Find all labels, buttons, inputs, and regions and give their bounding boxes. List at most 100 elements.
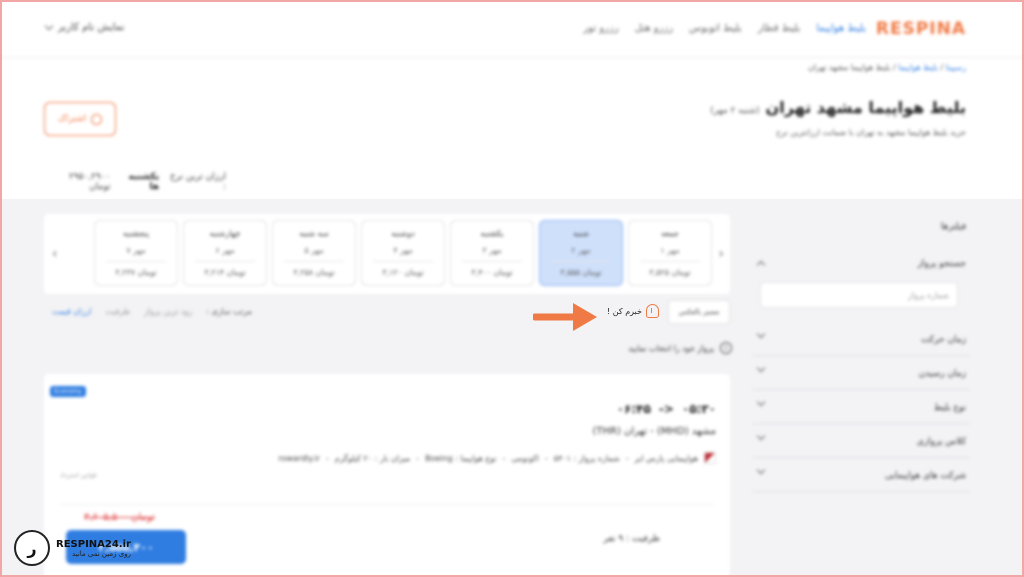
watermark-tagline: روی زمین نمی مانید	[72, 549, 131, 558]
date-card[interactable]: جمعه ۱ مهر ۳,۵۲۵ تومان	[628, 220, 712, 286]
baggage: میزان بار : ۲۰ کیلوگرم	[334, 453, 411, 463]
date-day-name: دوشنبه	[391, 229, 415, 238]
notify-me-button[interactable]: خبرم کن !	[607, 304, 659, 318]
date-day-price: ۳,۱۲۰ تومان	[382, 268, 424, 277]
depart-time: ۰۵:۳۰	[681, 402, 716, 416]
nav-item-hotel[interactable]: رزرو هتل	[635, 23, 673, 34]
date-card-divider	[195, 261, 255, 262]
date-card[interactable]: سه شنبه ۵ مهر ۳,۲۵۸ تومان	[272, 220, 356, 286]
nav-item-bus[interactable]: بلیط اتوبوس	[689, 23, 742, 34]
date-day-name: جمعه	[661, 229, 679, 238]
breadcrumb-current: بلیط هواپیما مشهد تهران	[807, 63, 891, 72]
watermark-logo-icon: ر	[14, 530, 50, 566]
chevron-up-icon	[756, 260, 766, 270]
date-card-divider	[106, 261, 166, 262]
date-day-date: ۲ مهر	[571, 246, 591, 255]
user-menu[interactable]: نمایش نام کاربر	[44, 21, 125, 33]
choose-flight-text: پرواز خود را انتخاب نمایید	[628, 343, 714, 353]
date-strip: ‹ جمعه ۱ مهر ۳,۵۲۵ تومان شنبه ۲ مهر ۳,۵۵۵ توم…	[44, 214, 730, 294]
filter-label: جستجو پرواز	[917, 259, 966, 269]
chevron-down-icon	[756, 465, 766, 475]
share-label: اشتراک	[57, 114, 87, 124]
chevron-left-icon[interactable]: ‹	[52, 246, 58, 262]
date-card[interactable]: شنبه ۲ مهر ۳,۵۵۵ تومان	[539, 220, 623, 286]
cheapest-price-info: ارزان ترین نرخ : یکشنبه ها ۲۹۵۰,۲۹۰۰ توم…	[46, 172, 226, 192]
share-button[interactable]: اشتراک	[44, 102, 116, 136]
date-day-date: ۷ مهر	[126, 246, 146, 255]
date-day-name: شنبه	[573, 229, 589, 238]
filter-arrival-time[interactable]: زمان رسیدن	[752, 360, 970, 390]
sort-label: مرتب سازی :	[206, 307, 252, 316]
date-card[interactable]: دوشنبه ۴ مهر ۳,۱۲۰ تومان	[361, 220, 445, 286]
date-card[interactable]: یکشنبه ۳ مهر ۳,۴۰۰ تومان	[450, 220, 534, 286]
provider: rowardly.ir	[278, 453, 320, 463]
watermark-brand: RESPINA24.ir	[56, 538, 131, 550]
chevron-right-icon[interactable]: ›	[718, 246, 724, 262]
filter-search-flight[interactable]: جستجو پرواز	[752, 250, 970, 280]
card-divider	[60, 504, 714, 505]
flight-route: مشهد (MHD) - تهران (THR)	[592, 426, 716, 437]
cabin-badge: Economy	[50, 386, 86, 397]
refund-rules-link[interactable]: قوانین استرداد	[60, 472, 96, 479]
user-name: نمایش نام کاربر	[58, 22, 125, 33]
breadcrumb-section[interactable]: بلیط هواپیما	[898, 63, 938, 72]
aircraft-type: نوع هواپیما : Boeing	[425, 453, 497, 463]
airline-name: هواپیمایی پارس ایر	[634, 453, 698, 463]
chevron-down-icon	[756, 363, 766, 373]
nav-item-flight[interactable]: بلیط هواپیما	[816, 23, 866, 34]
chevron-down-icon	[756, 397, 766, 407]
flight-times: ۰۵:۳۰ <- ۰۶:۴۵	[617, 402, 716, 416]
date-day-date: ۳ مهر	[482, 246, 502, 255]
notify-label: خبرم کن !	[607, 306, 642, 316]
nav-item-tour[interactable]: رزرو تور	[583, 23, 618, 34]
watermark-text: RESPINA24.ir روی زمین نمی مانید	[56, 539, 131, 558]
date-card-divider	[284, 261, 344, 262]
date-day-name: یکشنبه	[480, 229, 504, 238]
filter-label: نوع بلیط	[933, 403, 966, 413]
date-card-divider	[551, 261, 611, 262]
nav-item-train[interactable]: بلیط قطار	[758, 23, 801, 34]
sort-capacity[interactable]: ظرفیت	[105, 307, 130, 316]
cabin-class: اکونومی	[511, 453, 539, 463]
filter-airlines[interactable]: شرکت های هواپیمایی	[752, 462, 970, 492]
bell-icon	[645, 304, 659, 318]
cheapest-day: یکشنبه ها	[128, 172, 160, 192]
date-day-date: ۵ مهر	[304, 246, 324, 255]
filter-ticket-type[interactable]: نوع بلیط	[752, 394, 970, 424]
chevron-down-icon	[756, 329, 766, 339]
date-day-price: ۳,۲۵۸ تومان	[293, 268, 335, 277]
date-day-price: ۳,۴۰۰ تومان	[471, 268, 513, 277]
sort-bar: مرتب سازی : زود ترین پرواز ظرفیت ارزان ق…	[52, 307, 252, 316]
filter-label: کلاس پروازی	[916, 437, 966, 447]
cheapest-label: ارزان ترین نرخ :	[169, 172, 226, 192]
brand-logo[interactable]: RESPINA	[876, 19, 966, 39]
date-day-date: ۱ مهر	[660, 246, 680, 255]
date-day-price: ۳,۲۱۴ تومان	[204, 268, 246, 277]
date-day-name: سه شنبه	[299, 229, 329, 238]
watermark: ر RESPINA24.ir روی زمین نمی مانید	[14, 530, 131, 566]
flight-card[interactable]: Economy ۰۵:۳۰ <- ۰۶:۴۵ مشهد (MHD) - تهرا…	[44, 374, 730, 577]
chevron-down-icon	[756, 431, 766, 441]
title-row: بلیط هواپیما مشهد تهران (شنبه ۲ مهر)	[710, 98, 966, 117]
arrive-time: ۰۶:۴۵	[616, 402, 651, 416]
sort-earliest[interactable]: زود ترین پرواز	[144, 307, 192, 316]
date-card[interactable]: پنجشنبه ۷ مهر ۳,۲۳۷ تومان	[94, 220, 178, 286]
date-day-price: ۳,۵۲۵ تومان	[649, 268, 691, 277]
top-header: RESPINA بلیط هواپیما بلیط قطار بلیط اتوب…	[0, 0, 1024, 58]
filter-departure-time[interactable]: زمان حرکت	[752, 326, 970, 356]
date-card-divider	[462, 261, 522, 262]
flight-number: شماره پرواز : ۵۴۰۱	[553, 453, 620, 463]
sort-cheapest[interactable]: ارزان قیمت	[52, 307, 91, 316]
main-nav: بلیط هواپیما بلیط قطار بلیط اتوبوس رزرو …	[583, 23, 866, 34]
breadcrumb-home[interactable]: رسپینا	[946, 63, 966, 72]
info-icon: i	[720, 342, 732, 354]
page-title-date: (شنبه ۲ مهر)	[710, 106, 760, 116]
reverse-route-button[interactable]: مسیر بالعکس	[668, 300, 730, 324]
flight-number-input[interactable]: شماره پرواز	[760, 282, 958, 308]
filter-cabin-class[interactable]: کلاس پروازی	[752, 428, 970, 458]
time-arrow: <-	[658, 402, 674, 416]
date-card[interactable]: چهارشنبه ۶ مهر ۳,۲۱۴ تومان	[183, 220, 267, 286]
date-day-name: پنجشنبه	[122, 229, 150, 238]
seat-capacity: ظرفیت : ۹ نفر	[603, 534, 660, 544]
date-day-date: ۴ مهر	[393, 246, 413, 255]
